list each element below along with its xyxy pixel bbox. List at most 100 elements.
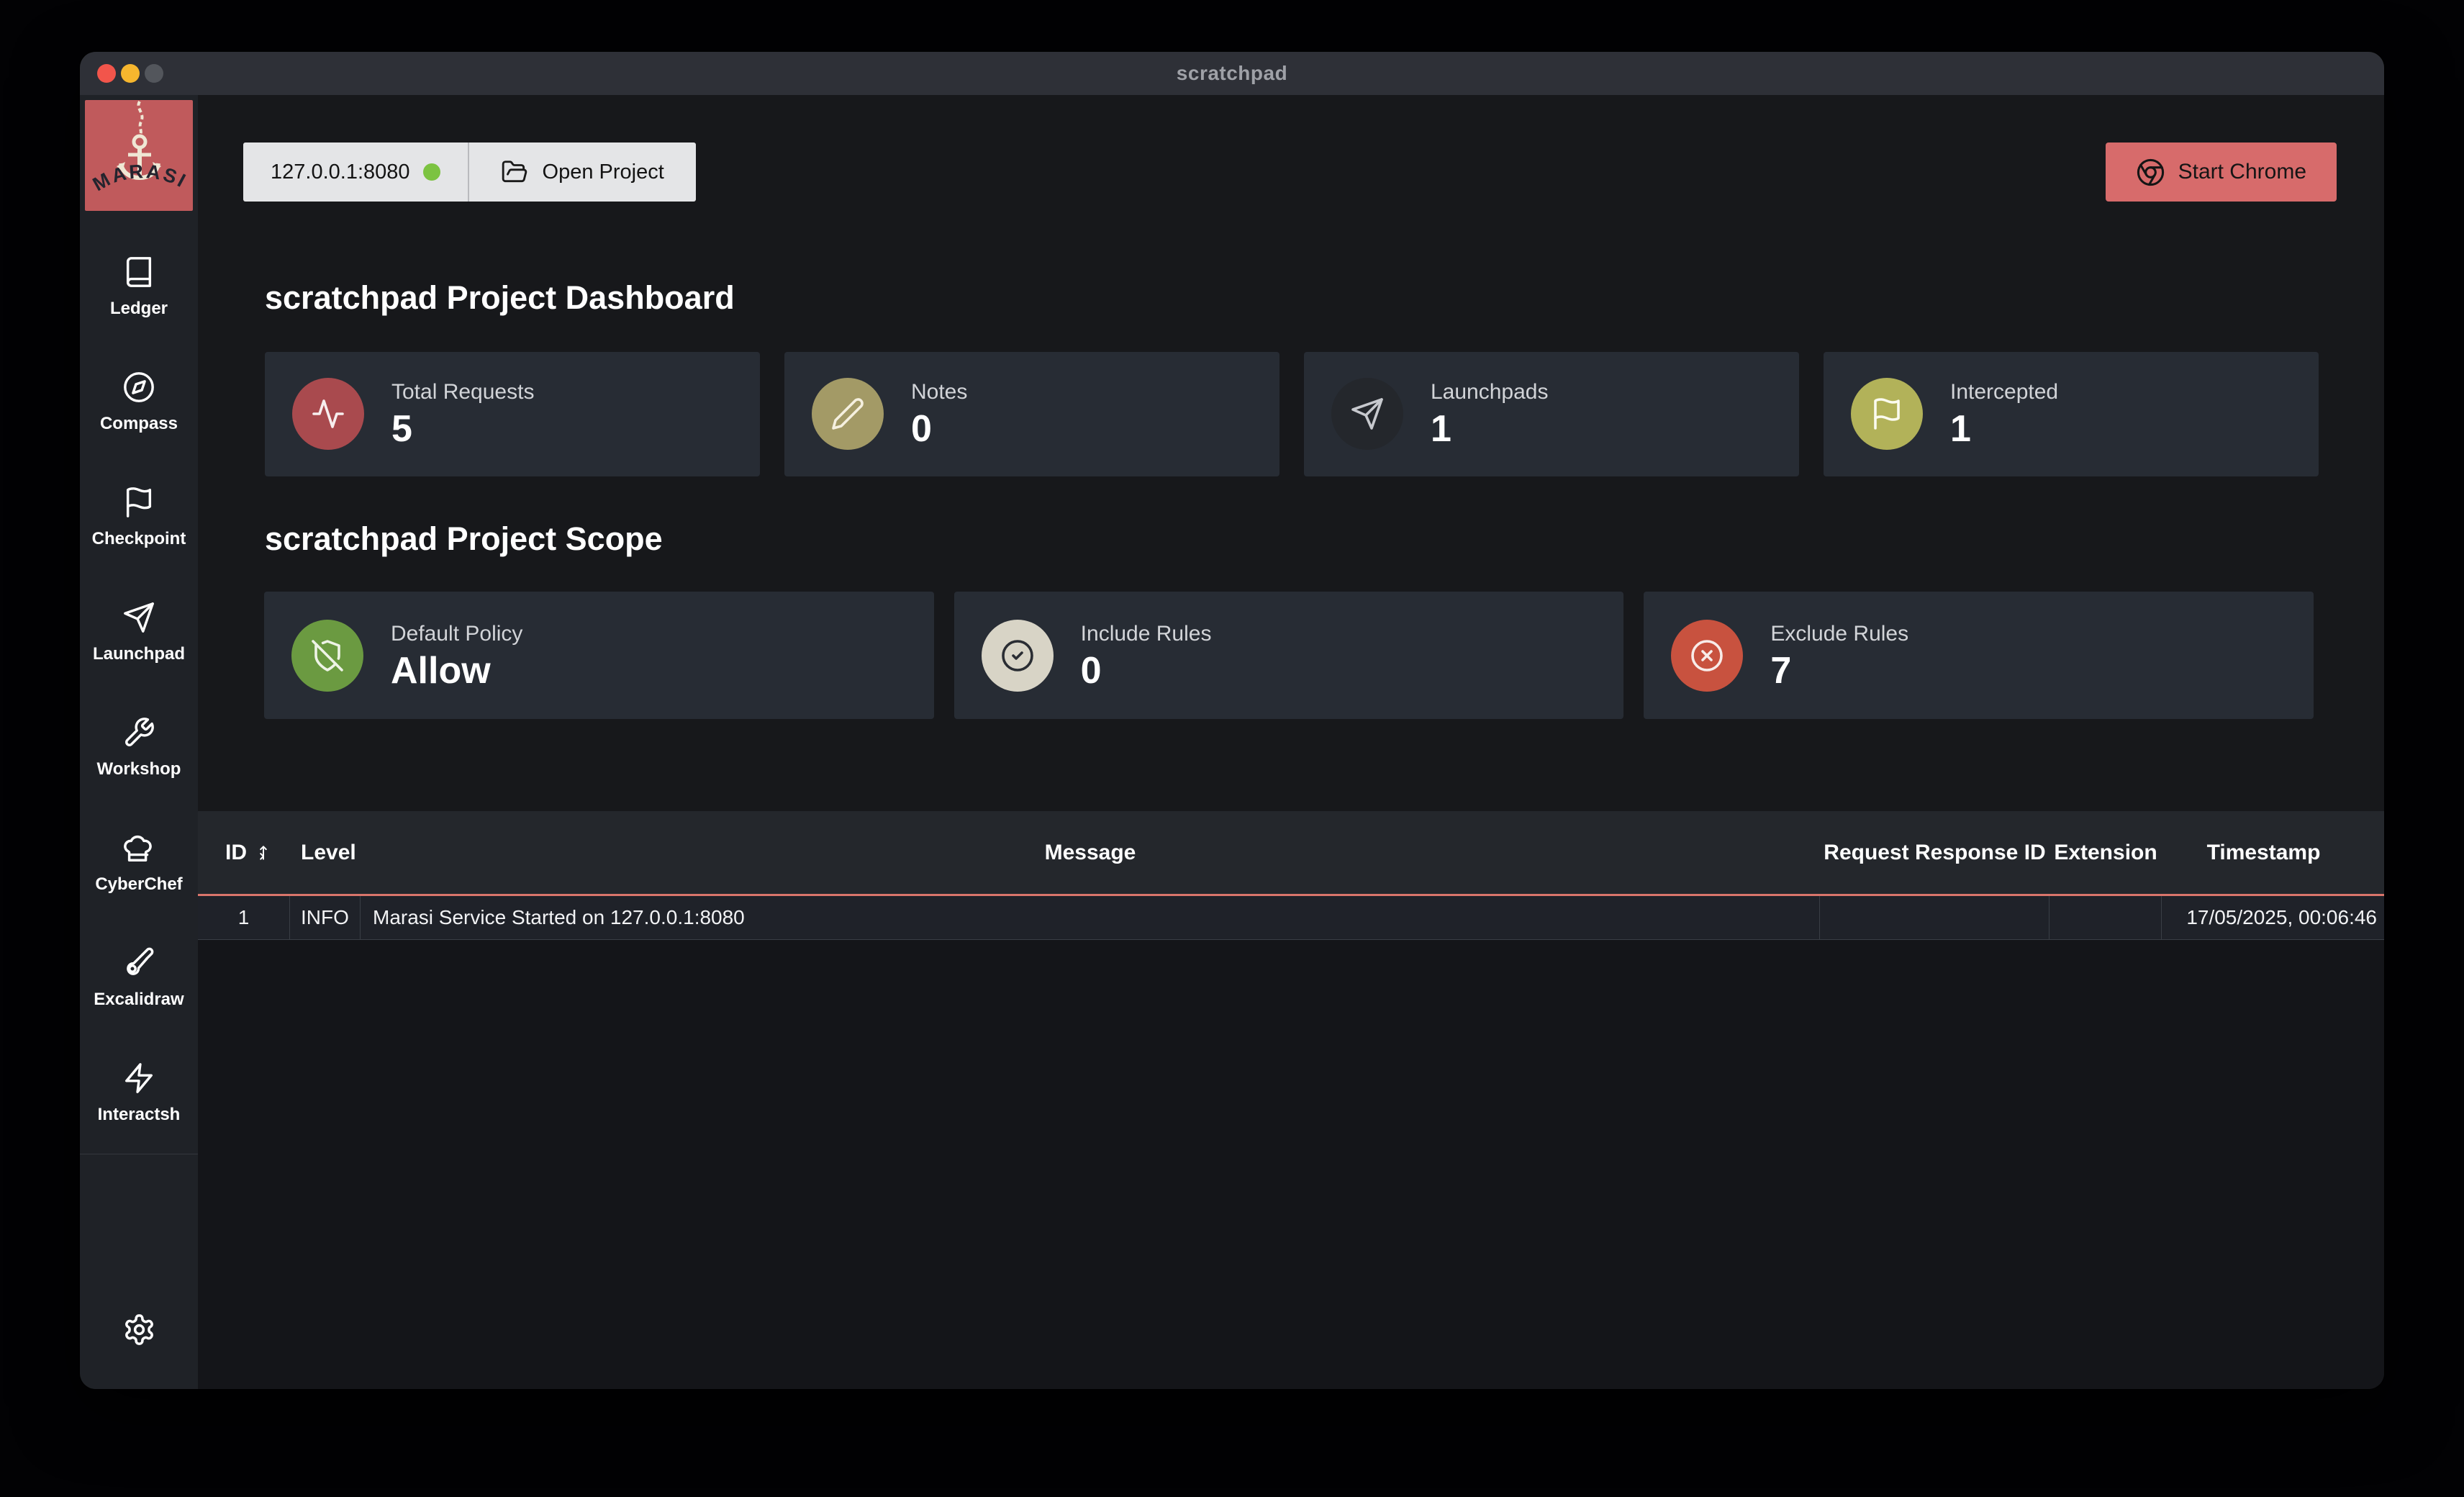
proxy-status-dot — [423, 163, 440, 181]
stat-label: Launchpads — [1431, 380, 1548, 404]
sidebar-item-label: Ledger — [110, 299, 168, 319]
scope-card-default-policy: Default Policy Allow — [264, 592, 934, 719]
check-circle-icon — [1000, 638, 1035, 673]
dashboard-title: scratchpad Project Dashboard — [265, 277, 2384, 320]
scope-icon-circle — [291, 620, 363, 692]
stat-icon-circle — [1331, 378, 1403, 450]
scope-label: Exclude Rules — [1770, 622, 1908, 646]
main-content: 127.0.0.1:8080 Open Project Start Chrome — [198, 95, 2384, 1389]
sidebar-item-ledger[interactable]: Ledger — [80, 230, 198, 345]
scope-icon-circle — [982, 620, 1054, 692]
sidebar-item-label: Workshop — [97, 759, 181, 779]
sort-icon — [254, 844, 273, 862]
log-cell-request-response-id — [1820, 896, 2049, 939]
scope-card-include-rules: Include Rules 0 — [954, 592, 1624, 719]
scope-label: Include Rules — [1081, 622, 1212, 646]
stat-label: Intercepted — [1950, 380, 2058, 404]
log-cell-id: 1 — [198, 896, 290, 939]
sidebar: MARASI Ledger Compass Check — [80, 95, 198, 1389]
wrench-icon — [122, 716, 155, 749]
scope-title: scratchpad Project Scope — [265, 518, 2384, 561]
log-cell-extension — [2049, 896, 2162, 939]
log-table-row[interactable]: 1 INFO Marasi Service Started on 127.0.0… — [198, 896, 2384, 940]
column-header-request-response-id[interactable]: Request Response ID — [1820, 841, 2049, 865]
scope-value: Allow — [391, 652, 522, 689]
stat-card-notes: Notes 0 — [784, 352, 1279, 476]
scope-cards: Default Policy Allow Include Rules 0 — [264, 592, 2314, 719]
stat-value: 0 — [911, 410, 967, 448]
close-button[interactable] — [97, 64, 116, 83]
minimize-button[interactable] — [121, 64, 140, 83]
sidebar-item-interactsh[interactable]: Interactsh — [80, 1036, 198, 1151]
stat-value: 1 — [1950, 410, 2058, 448]
sidebar-item-label: CyberChef — [95, 874, 182, 895]
scope-icon-circle — [1671, 620, 1743, 692]
sidebar-nav: Ledger Compass Checkpoint Launchpad — [80, 230, 198, 1151]
open-project-button[interactable]: Open Project — [469, 143, 696, 202]
sidebar-item-excalidraw[interactable]: Excalidraw — [80, 921, 198, 1036]
settings-button[interactable] — [122, 1313, 156, 1350]
shield-off-icon — [310, 638, 345, 673]
log-cell-message: Marasi Service Started on 127.0.0.1:8080 — [361, 896, 1820, 939]
stat-value: 1 — [1431, 410, 1548, 448]
x-circle-icon — [1690, 638, 1724, 673]
gear-icon — [122, 1313, 156, 1347]
log-table: ID Level Message Request Response ID Ext… — [198, 811, 2384, 1389]
zap-icon — [122, 1062, 155, 1095]
zoom-button[interactable] — [145, 64, 163, 83]
topbar: 127.0.0.1:8080 Open Project Start Chrome — [243, 143, 2337, 202]
stat-value: 5 — [391, 410, 534, 448]
proxy-address-control: 127.0.0.1:8080 Open Project — [243, 143, 696, 202]
stat-label: Notes — [911, 380, 967, 404]
sidebar-item-label: Compass — [100, 414, 178, 434]
activity-icon — [311, 397, 345, 431]
log-table-empty-area — [198, 940, 2384, 1389]
app-window: scratchpad — [80, 52, 2384, 1389]
marasi-logo: MARASI — [85, 100, 193, 211]
scope-value: 0 — [1081, 652, 1212, 689]
scope-value: 7 — [1770, 652, 1908, 689]
proxy-address[interactable]: 127.0.0.1:8080 — [243, 143, 468, 202]
column-header-extension[interactable]: Extension — [2049, 841, 2162, 865]
send-icon — [1350, 397, 1385, 431]
book-icon — [122, 255, 155, 289]
scope-label: Default Policy — [391, 622, 522, 646]
stat-card-total-requests: Total Requests 5 — [265, 352, 760, 476]
column-header-message[interactable]: Message — [361, 841, 1820, 865]
column-header-timestamp[interactable]: Timestamp — [2162, 841, 2384, 865]
pencil-icon — [830, 397, 865, 431]
folder-open-icon — [501, 158, 528, 186]
stat-card-launchpads: Launchpads 1 — [1304, 352, 1799, 476]
proxy-address-text: 127.0.0.1:8080 — [271, 160, 410, 184]
flag-icon — [1870, 397, 1904, 431]
traffic-lights — [97, 64, 163, 83]
stat-card-intercepted: Intercepted 1 — [1824, 352, 2319, 476]
open-project-label: Open Project — [543, 160, 664, 184]
log-cell-timestamp: 17/05/2025, 00:06:46 — [2162, 896, 2384, 939]
stat-label: Total Requests — [391, 380, 534, 404]
desktop-background: scratchpad — [0, 0, 2464, 1497]
start-chrome-label: Start Chrome — [2178, 160, 2306, 184]
column-header-id[interactable]: ID — [198, 841, 290, 865]
chrome-icon — [2136, 158, 2165, 187]
send-icon — [122, 601, 155, 634]
column-header-level[interactable]: Level — [290, 841, 361, 865]
sidebar-item-cyberchef[interactable]: CyberChef — [80, 805, 198, 921]
stat-icon-circle — [1851, 378, 1923, 450]
flag-icon — [122, 486, 155, 519]
start-chrome-button[interactable]: Start Chrome — [2106, 143, 2337, 202]
stat-icon-circle — [292, 378, 364, 450]
paintbrush-icon — [122, 946, 155, 980]
stat-cards: Total Requests 5 Notes 0 — [265, 352, 2319, 476]
sidebar-item-checkpoint[interactable]: Checkpoint — [80, 460, 198, 575]
stat-icon-circle — [812, 378, 884, 450]
sidebar-item-label: Interactsh — [98, 1105, 181, 1125]
scope-card-exclude-rules: Exclude Rules 7 — [1644, 592, 2314, 719]
sidebar-item-launchpad[interactable]: Launchpad — [80, 575, 198, 690]
chef-hat-icon — [122, 831, 155, 864]
sidebar-item-compass[interactable]: Compass — [80, 345, 198, 460]
log-cell-level: INFO — [290, 896, 361, 939]
compass-icon — [122, 371, 155, 404]
log-table-header: ID Level Message Request Response ID Ext… — [198, 811, 2384, 896]
sidebar-item-workshop[interactable]: Workshop — [80, 690, 198, 805]
